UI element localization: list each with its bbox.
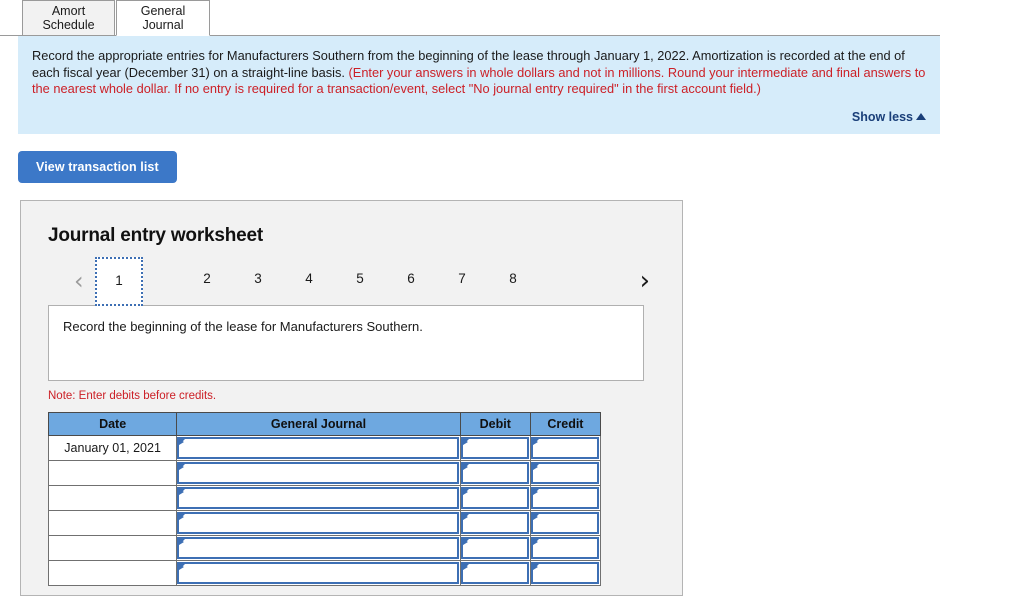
journal-table-header-row: Date General Journal Debit Credit (47, 411, 602, 436)
tab-amort-schedule[interactable]: Amort Schedule (22, 0, 115, 36)
input-credit-2[interactable] (530, 461, 599, 484)
input-general-journal-2[interactable] (177, 461, 459, 484)
caret-up-icon (916, 112, 926, 120)
cell-date-5[interactable] (47, 534, 178, 561)
toolbar: View transaction list (0, 134, 1036, 183)
cell-general-journal-1[interactable] (176, 434, 461, 461)
cell-debit-6[interactable] (459, 559, 531, 586)
cell-general-journal-6[interactable] (176, 559, 461, 586)
pager-page-8[interactable]: 8 (500, 263, 526, 294)
cell-debit-3[interactable] (459, 484, 531, 511)
show-less-label: Show less (851, 109, 913, 124)
input-credit-6[interactable] (530, 561, 599, 584)
cell-debit-2[interactable] (459, 459, 531, 486)
pager-next-icon[interactable]: › (640, 268, 650, 294)
debits-before-credits-note: Note: Enter debits before credits. (48, 389, 217, 402)
input-general-journal-4[interactable] (177, 511, 459, 534)
input-credit-3[interactable] (530, 486, 599, 509)
cell-credit-5[interactable] (529, 534, 602, 561)
input-credit-1[interactable] (530, 436, 599, 459)
cell-date-1[interactable]: January 01, 2021 (47, 434, 178, 461)
input-debit-5[interactable] (460, 536, 529, 559)
worksheet-description-box: Record the beginning of the lease for Ma… (48, 304, 644, 381)
pager-page-2[interactable]: 2 (194, 263, 220, 294)
instructions-banner: Record the appropriate entries for Manuf… (18, 36, 940, 134)
cell-date-3[interactable] (47, 484, 178, 511)
table-row (47, 484, 602, 511)
table-row (47, 559, 602, 586)
tab-strip: Amort Schedule General Journal (0, 0, 940, 36)
cell-general-journal-5[interactable] (176, 534, 461, 561)
input-credit-5[interactable] (530, 536, 599, 559)
journal-entry-worksheet-panel: Journal entry worksheet ‹ 1 2 3 4 5 6 7 … (20, 199, 683, 596)
tab-amort-schedule-line2: Schedule (42, 18, 95, 32)
input-debit-2[interactable] (460, 461, 529, 484)
cell-general-journal-2[interactable] (176, 459, 461, 486)
table-row: January 01, 2021 (47, 434, 602, 461)
column-header-credit: Credit (529, 411, 602, 436)
column-header-debit: Debit (459, 411, 531, 436)
input-general-journal-6[interactable] (177, 561, 459, 584)
input-general-journal-1[interactable] (177, 436, 459, 459)
input-debit-4[interactable] (460, 511, 529, 534)
table-row (47, 509, 602, 536)
cell-debit-4[interactable] (459, 509, 531, 536)
cell-date-6[interactable] (47, 559, 178, 586)
tab-general-journal-line1: General (140, 4, 186, 18)
input-debit-3[interactable] (460, 486, 529, 509)
instructions-text: Record the appropriate entries for Manuf… (32, 48, 926, 98)
table-row (47, 459, 602, 486)
cell-credit-4[interactable] (529, 509, 602, 536)
cell-debit-1[interactable] (459, 434, 531, 461)
worksheet-pager: ‹ 1 2 3 4 5 6 7 8 › (48, 256, 664, 307)
input-general-journal-5[interactable] (177, 536, 459, 559)
cell-date-4[interactable] (47, 509, 178, 536)
cell-credit-1[interactable] (529, 434, 602, 461)
cell-debit-5[interactable] (459, 534, 531, 561)
cell-credit-6[interactable] (529, 559, 602, 586)
worksheet-description-text: Record the beginning of the lease for Ma… (63, 318, 423, 334)
view-transaction-list-button[interactable]: View transaction list (18, 150, 177, 183)
tab-general-journal[interactable]: General Journal (116, 0, 210, 36)
input-debit-1[interactable] (460, 436, 529, 459)
cell-date-2[interactable] (47, 459, 178, 486)
cell-general-journal-4[interactable] (176, 509, 461, 536)
worksheet-title: Journal entry worksheet (48, 224, 264, 246)
pager-page-4[interactable]: 4 (296, 263, 322, 294)
pager-page-6[interactable]: 6 (398, 263, 424, 294)
cell-credit-3[interactable] (529, 484, 602, 511)
journal-entry-table: Date General Journal Debit Credit Januar… (47, 411, 602, 586)
cell-credit-2[interactable] (529, 459, 602, 486)
column-header-date: Date (47, 411, 178, 436)
pager-page-3[interactable]: 3 (245, 263, 271, 294)
pager-page-1[interactable]: 1 (95, 256, 143, 306)
show-less-toggle[interactable]: Show less (32, 110, 926, 124)
column-header-general-journal: General Journal (176, 411, 461, 436)
input-credit-4[interactable] (530, 511, 599, 534)
tab-amort-schedule-line1: Amort (51, 4, 86, 18)
cell-general-journal-3[interactable] (176, 484, 461, 511)
pager-page-5[interactable]: 5 (347, 263, 373, 294)
tab-general-journal-line2: Journal (142, 18, 184, 32)
input-debit-6[interactable] (460, 561, 529, 584)
input-general-journal-3[interactable] (177, 486, 459, 509)
pager-page-7[interactable]: 7 (449, 263, 475, 294)
table-row (47, 534, 602, 561)
pager-prev-icon[interactable]: ‹ (74, 268, 84, 294)
